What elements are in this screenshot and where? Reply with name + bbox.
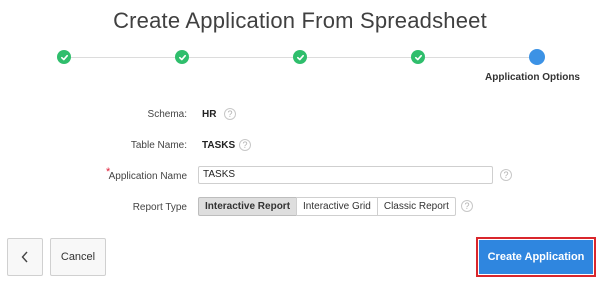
table-name-help-icon[interactable]: ? (239, 139, 251, 151)
check-icon (414, 54, 422, 60)
schema-value: HR (202, 109, 217, 120)
schema-label: Schema: (147, 109, 187, 120)
table-name-value: TASKS (202, 140, 236, 151)
application-name-input[interactable]: TASKS (198, 166, 493, 184)
page-title: Create Application From Spreadsheet (113, 8, 487, 33)
chevron-left-icon (21, 251, 28, 263)
check-icon (60, 54, 68, 60)
report-type-classic-report[interactable]: Classic Report (376, 197, 456, 216)
current-step-label: Application Options (485, 72, 580, 83)
check-icon (178, 54, 186, 60)
back-button[interactable] (7, 238, 43, 276)
create-application-button[interactable]: Create Application (478, 239, 594, 275)
application-name-help-icon[interactable]: ? (500, 169, 512, 181)
wizard-step-3 (293, 50, 307, 64)
check-icon (296, 54, 304, 60)
create-application-highlight: Create Application (476, 237, 596, 277)
report-type-label: Report Type (132, 202, 187, 213)
report-type-interactive-report[interactable]: Interactive Report (198, 197, 298, 216)
table-name-label: Table Name: (130, 140, 187, 151)
application-name-label: Application Name (108, 171, 187, 182)
wizard-step-2 (175, 50, 189, 64)
wizard-step-5-current (529, 49, 545, 65)
report-type-help-icon[interactable]: ? (461, 200, 473, 212)
wizard-step-4 (411, 50, 425, 64)
report-type-interactive-grid[interactable]: Interactive Grid (296, 197, 378, 216)
cancel-button[interactable]: Cancel (50, 238, 106, 276)
wizard-step-1 (57, 50, 71, 64)
report-type-radio-group: Interactive Report Interactive Grid Clas… (198, 197, 456, 216)
schema-help-icon[interactable]: ? (224, 108, 236, 120)
